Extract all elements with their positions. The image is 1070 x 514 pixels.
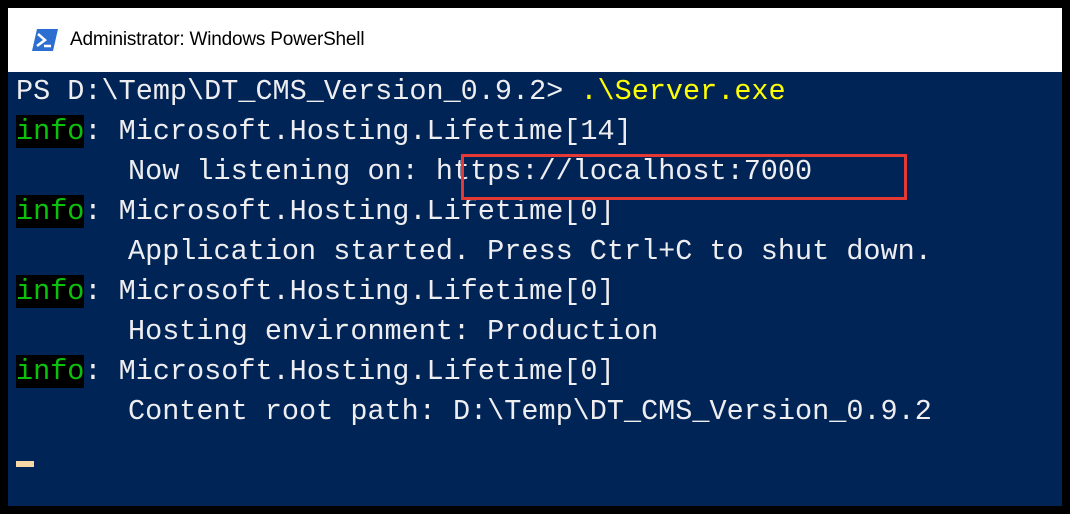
command-text: .\Server.exe — [580, 75, 786, 108]
log-source-line: info: Microsoft.Hosting.Lifetime[0] — [16, 272, 615, 312]
text-cursor — [16, 461, 34, 467]
powershell-window: Administrator: Windows PowerShell PS D:\… — [0, 0, 1070, 514]
powershell-icon — [32, 29, 58, 51]
log-message-line: Content root path: D:\Temp\DT_CMS_Versio… — [16, 392, 932, 432]
prompt-line: PS D:\Temp\DT_CMS_Version_0.9.2> .\Serve… — [16, 72, 786, 112]
log-message: Content root path: D:\Temp\DT_CMS_Versio… — [128, 395, 932, 428]
log-source: : Microsoft.Hosting.Lifetime[0] — [84, 355, 615, 388]
log-message: Application started. Press Ctrl+C to shu… — [128, 235, 932, 268]
info-tag: info — [16, 115, 85, 148]
log-message-line: Hosting environment: Production — [16, 312, 658, 352]
info-tag: info — [16, 195, 85, 228]
log-source: : Microsoft.Hosting.Lifetime[14] — [84, 115, 632, 148]
log-message: Hosting environment: Production — [128, 315, 659, 348]
log-source: : Microsoft.Hosting.Lifetime[0] — [84, 275, 615, 308]
info-tag: info — [16, 355, 85, 388]
window-title: Administrator: Windows PowerShell — [70, 29, 365, 50]
title-bar[interactable]: Administrator: Windows PowerShell — [8, 8, 1062, 72]
url-highlight-box — [461, 154, 907, 200]
prompt: PS D:\Temp\DT_CMS_Version_0.9.2> — [16, 75, 581, 108]
log-source-line: info: Microsoft.Hosting.Lifetime[0] — [16, 352, 615, 392]
log-message-label: Now listening on: — [128, 155, 436, 188]
console-output[interactable]: PS D:\Temp\DT_CMS_Version_0.9.2> .\Serve… — [8, 72, 1062, 506]
info-tag: info — [16, 275, 85, 308]
log-source-line: info: Microsoft.Hosting.Lifetime[14] — [16, 112, 632, 152]
log-message-line: Application started. Press Ctrl+C to shu… — [16, 232, 932, 272]
